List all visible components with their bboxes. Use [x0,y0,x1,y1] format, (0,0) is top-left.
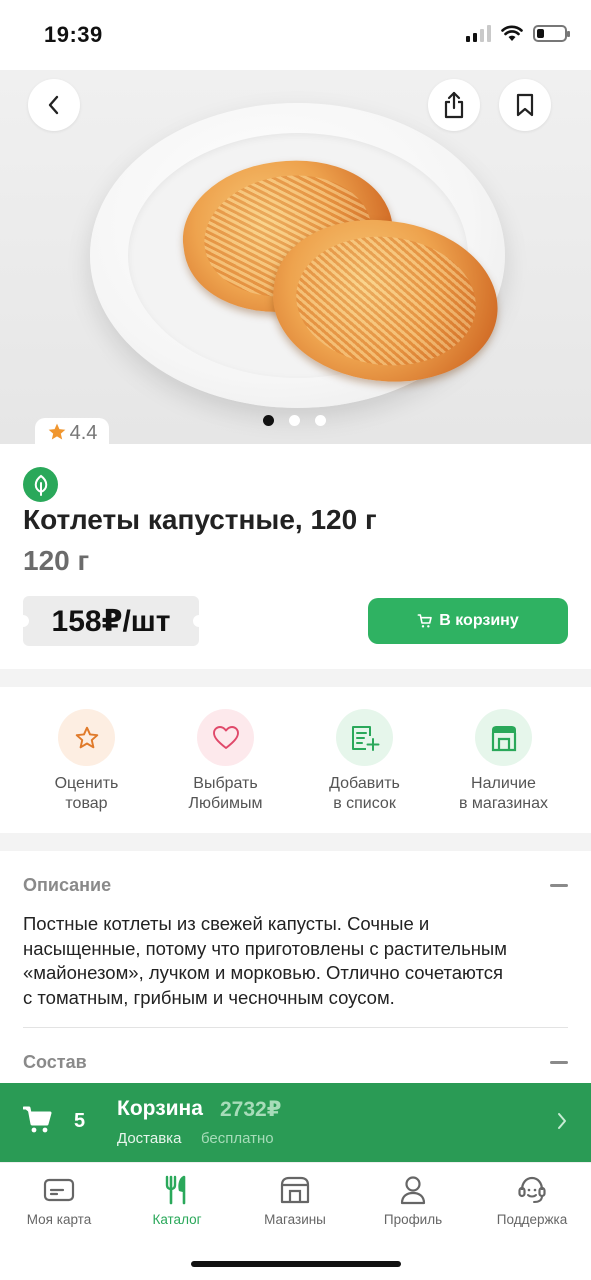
profile-icon [400,1176,426,1205]
carousel-dot[interactable] [263,415,274,426]
cart-total: 2732₽ [220,1098,282,1121]
carousel-dots [263,415,326,426]
star-icon [75,726,98,748]
chevron-left-icon [48,95,59,115]
section-separator [0,669,591,687]
status-icons [466,24,570,42]
add-to-cart-button[interactable]: В корзину [368,598,568,644]
product-title: Котлеты капустные, 120 г [23,504,377,535]
divider [23,1027,568,1028]
heart-icon [212,725,239,749]
section-separator [0,833,591,851]
bookmark-icon [516,93,534,117]
cart-bar[interactable]: 5 Корзина 2732₽ Доставка бесплатно [0,1083,591,1162]
cart-title: Корзина [117,1097,203,1120]
vegan-badge [23,467,58,502]
delivery-value: бесплатно [201,1130,274,1147]
description-header[interactable]: Описание [23,875,111,896]
share-button[interactable] [428,79,480,131]
leaf-icon [34,474,47,496]
bookmark-button[interactable] [499,79,551,131]
support-icon [518,1176,546,1203]
add-to-list-button[interactable]: Добавить в список [295,688,434,833]
status-time: 19:39 [44,22,103,47]
cart-icon [417,614,433,628]
star-icon [48,423,65,440]
product-photo [90,103,506,408]
fork-knife-icon [165,1175,186,1205]
tab-my-card[interactable]: Моя карта [0,1175,118,1227]
home-indicator [191,1261,401,1267]
store-icon [491,725,516,751]
rate-product-button[interactable]: Оценить товар [17,688,156,833]
price-tag: 158₽/шт [17,596,205,646]
product-image-carousel[interactable] [0,70,591,444]
tab-profile[interactable]: Профиль [354,1175,472,1227]
wifi-icon [501,25,523,41]
tab-stores[interactable]: Магазины [236,1175,354,1227]
battery-level [537,28,544,38]
battery-icon [533,24,570,42]
collapse-icon[interactable] [550,884,568,887]
product-actions: Оценить товар Выбрать Любимым Добавить в… [0,688,591,833]
rating-value: 4.4 [69,421,98,444]
description-text: Постные котлеты из свежей капусты. Сочны… [23,913,507,1008]
chevron-right-icon [558,1113,566,1129]
tab-support[interactable]: Поддержка [473,1175,591,1227]
status-bar: 19:39 [0,0,591,70]
cellular-signal-icon [466,24,491,42]
product-weight: 120 г [23,545,90,576]
cart-icon [23,1106,52,1133]
card-icon [43,1178,75,1202]
cart-count: 5 [74,1110,86,1132]
delivery-label: Доставка [117,1130,182,1147]
add-to-list-icon [351,725,379,751]
composition-header[interactable]: Состав [23,1052,87,1073]
store-icon [280,1176,310,1204]
add-to-cart-label: В корзину [439,612,519,629]
rating-badge: 4.4 [35,418,109,448]
favorite-button[interactable]: Выбрать Любимым [156,688,295,833]
carousel-dot[interactable] [315,415,326,426]
back-button[interactable] [28,79,80,131]
store-availability-button[interactable]: Наличие в магазинах [434,688,573,833]
share-icon [444,91,464,119]
carousel-dot[interactable] [289,415,300,426]
collapse-icon[interactable] [550,1061,568,1064]
tab-catalog[interactable]: Каталог [118,1175,236,1227]
